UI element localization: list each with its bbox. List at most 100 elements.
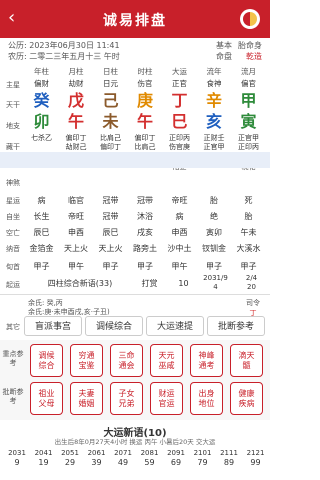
detail-cell: 冠带 — [102, 212, 119, 221]
row-label: 纳音 — [6, 245, 20, 253]
dayun-age: 69 — [170, 458, 182, 467]
reference-button[interactable]: 滴天髓 — [230, 344, 263, 377]
tiangan-cell: 庚 — [136, 91, 153, 110]
dayun-age: 99 — [250, 458, 261, 467]
dayun-cell[interactable]: 2121 99 — [243, 449, 269, 467]
dizhi-cell: 亥 — [205, 112, 222, 131]
reference-button[interactable]: 神峰 通考 — [190, 344, 223, 377]
dayun-sub: 出生后8年0月27天4小时 换运 丙午 小暑后20天 交大运 — [54, 438, 216, 446]
dizhi-cell: 午 — [67, 112, 84, 131]
reference-button[interactable]: 调候 综合 — [30, 344, 63, 377]
dayun-cell[interactable]: 2071 49 — [110, 449, 136, 467]
shishen-cell: 偏官 — [241, 79, 256, 88]
dayun-year: 2081 — [140, 449, 159, 457]
detail-cell: 胎 — [210, 196, 218, 205]
detail-cell: 甲午 — [68, 262, 84, 271]
tai-label[interactable]: 胎命身 乾造 — [238, 40, 262, 62]
reference-button-line1: 滴天 — [238, 351, 255, 360]
reference-button-line2: 巫咸 — [158, 361, 175, 370]
reference-button[interactable]: 出身 地位 — [190, 382, 223, 415]
dayun-age: 59 — [144, 458, 155, 467]
reference-button[interactable]: 夫妻 婚姻 — [70, 382, 103, 415]
dayun-cell[interactable]: 2041 19 — [31, 449, 57, 467]
reference-button-line2: 宝鉴 — [78, 361, 95, 370]
page-title: 诚易排盘 — [103, 13, 167, 29]
column-header: 年柱 — [34, 67, 49, 76]
detail-cell: 午未 — [240, 228, 257, 237]
canggan-cell: 偏印丁 — [134, 134, 156, 142]
detail-cell: 甲子 — [206, 262, 222, 271]
dayun-cell[interactable]: 2061 39 — [84, 449, 110, 467]
dayun-cell[interactable]: 2101 79 — [190, 449, 216, 467]
detail-cell: 帝旺 — [171, 196, 188, 205]
yin-yang-icon[interactable] — [240, 9, 260, 29]
detail-cell: 申酉 — [171, 228, 188, 237]
canggan-cell: 偏印丁 — [100, 143, 121, 151]
detail-cell: 死 — [244, 196, 253, 205]
detail-cell: 胎 — [244, 212, 253, 221]
canggan-cell: 正官甲 — [238, 134, 259, 142]
reference-button-line1: 调候 — [38, 351, 55, 360]
detail-cell: 临官 — [68, 196, 84, 205]
canggan-cell: 正印丙 — [169, 134, 190, 142]
row-label: 地支 — [6, 122, 20, 130]
detail-cell: 冠带 — [137, 196, 153, 205]
dayun-year: 2101 — [193, 449, 212, 457]
qiyun-value[interactable]: 四柱综合新语(33) — [30, 279, 130, 288]
qiyun-pick[interactable]: 打赏 — [134, 279, 165, 288]
dayun-age: 9 — [14, 458, 20, 467]
row-label: 神煞 — [6, 179, 20, 187]
date-info: 公历: 2023年06月30日 11:41 农历: 二零二三年五月十三 午时 基… — [8, 40, 262, 64]
detail-cell: 申酉 — [68, 228, 84, 237]
dayun-year: 2061 — [87, 449, 106, 457]
reference-button-line1: 神峰 — [198, 351, 215, 360]
reference-button[interactable]: 天元 巫咸 — [150, 344, 183, 377]
reference-button[interactable]: 三命 通会 — [110, 344, 143, 377]
reference-button-line2: 通考 — [198, 361, 215, 370]
shishen-cell: 日元 — [103, 79, 118, 88]
column-header: 大运 — [172, 67, 187, 76]
dayun-section: 大运新语(10) 出生后8年0月27天4小时 换运 丙午 小暑后20天 交大运 … — [0, 422, 270, 480]
basic-label[interactable]: 基本 命盘 — [216, 40, 232, 62]
detail-cell: 钗钏金 — [202, 244, 226, 253]
reference-button-line2: 地位 — [198, 399, 215, 408]
reference-button-line2: 综合 — [38, 361, 55, 370]
panel-row2-label: 批断参考 — [2, 388, 24, 405]
reference-button[interactable]: 穷通 宝鉴 — [70, 344, 103, 377]
siling: 司令丁 — [246, 299, 260, 317]
reference-button[interactable]: 健康 疾病 — [230, 382, 263, 415]
reference-button-line1: 夫妻 — [78, 389, 95, 398]
canggan-cell: 正印丙 — [238, 143, 259, 151]
qiyun-age: 10 — [178, 279, 189, 288]
row-label: 星运 — [6, 197, 20, 205]
shishen-cell: 正官 — [172, 79, 187, 88]
tab-0[interactable]: 盲派事宫 — [24, 316, 82, 336]
detail-cell: 天上火 — [64, 244, 88, 253]
dizhi-cell: 未 — [102, 112, 119, 131]
dayun-year: 2091 — [167, 449, 185, 457]
tiangan-cell: 癸 — [33, 91, 50, 110]
reference-button[interactable]: 财运 官运 — [150, 382, 183, 415]
dayun-cell[interactable]: 2111 89 — [216, 449, 242, 467]
detail-cell: 辰巳 — [102, 228, 119, 237]
tab-1[interactable]: 调候综合 — [85, 316, 143, 336]
dayun-cell[interactable]: 2031 9 — [4, 449, 30, 467]
dayun-cell[interactable]: 2091 69 — [163, 449, 189, 467]
detail-cell: 帝旺 — [68, 212, 84, 221]
detail-cell: 路旁土 — [133, 244, 157, 253]
canggan-cell: 比肩己 — [100, 134, 121, 142]
dayun-age: 49 — [117, 458, 129, 467]
tab-2[interactable]: 大运速提 — [146, 316, 204, 336]
tab-3[interactable]: 批断参考 — [207, 316, 265, 336]
dayun-year: 2041 — [34, 449, 53, 457]
column-header: 月柱 — [68, 67, 84, 76]
reference-button-line1: 财运 — [158, 389, 175, 398]
dayun-year: 2051 — [61, 449, 79, 457]
dayun-year: 2031 — [8, 449, 26, 457]
canggan-cell: 劫财己 — [65, 143, 87, 151]
dayun-cell[interactable]: 2081 59 — [137, 449, 163, 467]
reference-button-line1: 三命 — [118, 351, 135, 360]
reference-button[interactable]: 子女 兄弟 — [110, 382, 143, 415]
reference-button[interactable]: 祖业 父母 — [30, 382, 63, 415]
dayun-cell[interactable]: 2051 29 — [57, 449, 83, 467]
